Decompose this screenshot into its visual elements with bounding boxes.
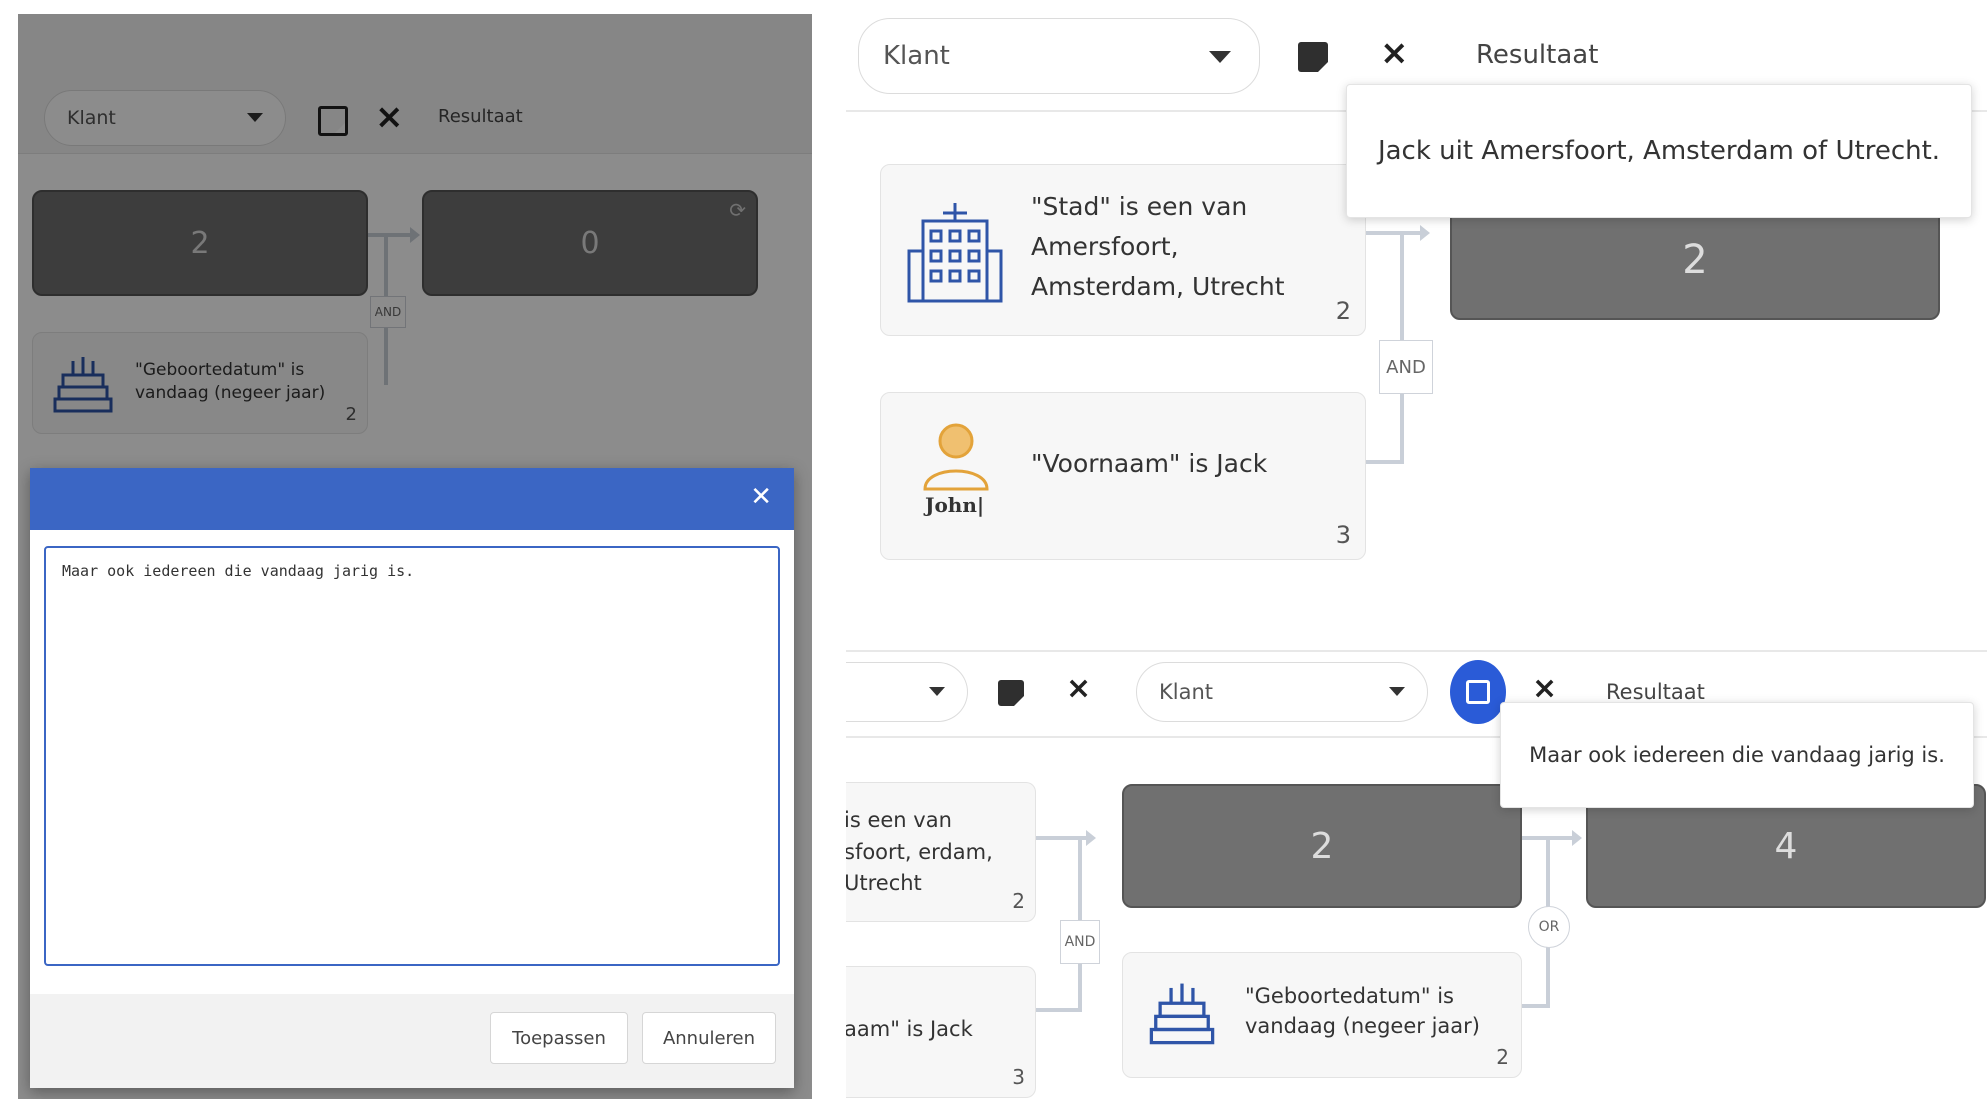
- connector: [1366, 231, 1422, 235]
- chevron-down-icon: [1389, 687, 1405, 696]
- cancel-button[interactable]: Annuleren: [642, 1012, 776, 1064]
- node-value: 2: [1682, 237, 1708, 283]
- condition-count: 2: [1496, 1045, 1509, 1069]
- condition-card[interactable]: John| "Voornaam" is Jack 3: [880, 392, 1366, 560]
- node-value: 4: [1774, 825, 1798, 867]
- close-icon[interactable]: ✕: [750, 482, 772, 512]
- right-top-panel: Klant × Resultaat "Stad" is een van Amer…: [846, 0, 1987, 560]
- or-tag: OR: [1528, 906, 1570, 948]
- entity-select-value: Klant: [883, 41, 950, 71]
- arrow-icon: [1572, 830, 1582, 846]
- connector: [1366, 460, 1404, 464]
- condition-count: 3: [1012, 1065, 1025, 1089]
- note-tooltip: Jack uit Amersfoort, Amsterdam of Utrech…: [1346, 84, 1972, 218]
- result-label: Resultaat: [1606, 680, 1705, 704]
- person-icon: [921, 421, 991, 495]
- cake-icon: [1149, 977, 1215, 1051]
- condition-text: is een van sfoort, erdam, Utrecht: [846, 808, 993, 895]
- condition-card[interactable]: "Stad" is een van Amersfoort, Amsterdam,…: [880, 164, 1366, 336]
- close-icon[interactable]: ×: [1066, 674, 1091, 704]
- result-node[interactable]: 2: [1122, 784, 1522, 908]
- modal-header: [30, 468, 794, 530]
- entity-select-partial[interactable]: [846, 662, 968, 722]
- arrow-icon: [1086, 830, 1096, 846]
- entity-select-value: Klant: [1159, 680, 1214, 704]
- entity-select[interactable]: Klant: [1136, 662, 1428, 722]
- result-node[interactable]: 2: [1450, 200, 1940, 320]
- right-bottom-panel: × Klant × Resultaat is een van sfoort, e…: [846, 644, 1987, 1099]
- condition-count: 3: [1335, 521, 1351, 549]
- condition-text: "Geboortedatum" is vandaag (negeer jaar): [1245, 984, 1480, 1039]
- condition-card[interactable]: "Geboortedatum" is vandaag (negeer jaar)…: [1122, 952, 1522, 1078]
- note-icon[interactable]: [1298, 42, 1328, 72]
- close-icon[interactable]: ×: [1532, 674, 1557, 704]
- left-panel: Klant × Resultaat 2 0 ⟳ AND "Geboortedat…: [18, 14, 812, 1099]
- chevron-down-icon: [929, 687, 945, 696]
- and-tag: AND: [1060, 920, 1100, 964]
- entity-select[interactable]: Klant: [858, 18, 1260, 94]
- note-textarea[interactable]: [44, 546, 780, 966]
- result-label: Resultaat: [1476, 40, 1599, 70]
- condition-card[interactable]: aam" is Jack 3: [846, 966, 1036, 1098]
- note-icon[interactable]: [998, 680, 1024, 706]
- building-icon: [907, 201, 1003, 309]
- note-tooltip: Maar ook iedereen die vandaag jarig is.: [1500, 702, 1974, 808]
- person-caption: John|: [925, 493, 985, 517]
- condition-count: 2: [1335, 297, 1351, 325]
- note-modal: ✕ Toepassen Annuleren: [30, 468, 794, 1088]
- chevron-down-icon: [1209, 51, 1231, 63]
- connector: [1036, 1008, 1082, 1012]
- close-icon[interactable]: ×: [1380, 36, 1409, 70]
- connector: [1522, 1004, 1550, 1008]
- condition-text: aam" is Jack: [846, 1017, 973, 1041]
- node-value: 2: [1310, 825, 1334, 867]
- and-tag: AND: [1379, 340, 1433, 394]
- condition-card[interactable]: is een van sfoort, erdam, Utrecht 2: [846, 782, 1036, 922]
- condition-count: 2: [1012, 889, 1025, 913]
- condition-text: "Stad" is een van Amersfoort, Amsterdam,…: [1031, 192, 1285, 301]
- divider: [846, 650, 1987, 652]
- arrow-icon: [1420, 225, 1430, 241]
- note-icon-active[interactable]: [1450, 660, 1506, 724]
- apply-button[interactable]: Toepassen: [490, 1012, 628, 1064]
- condition-text: "Voornaam" is Jack: [1031, 449, 1268, 478]
